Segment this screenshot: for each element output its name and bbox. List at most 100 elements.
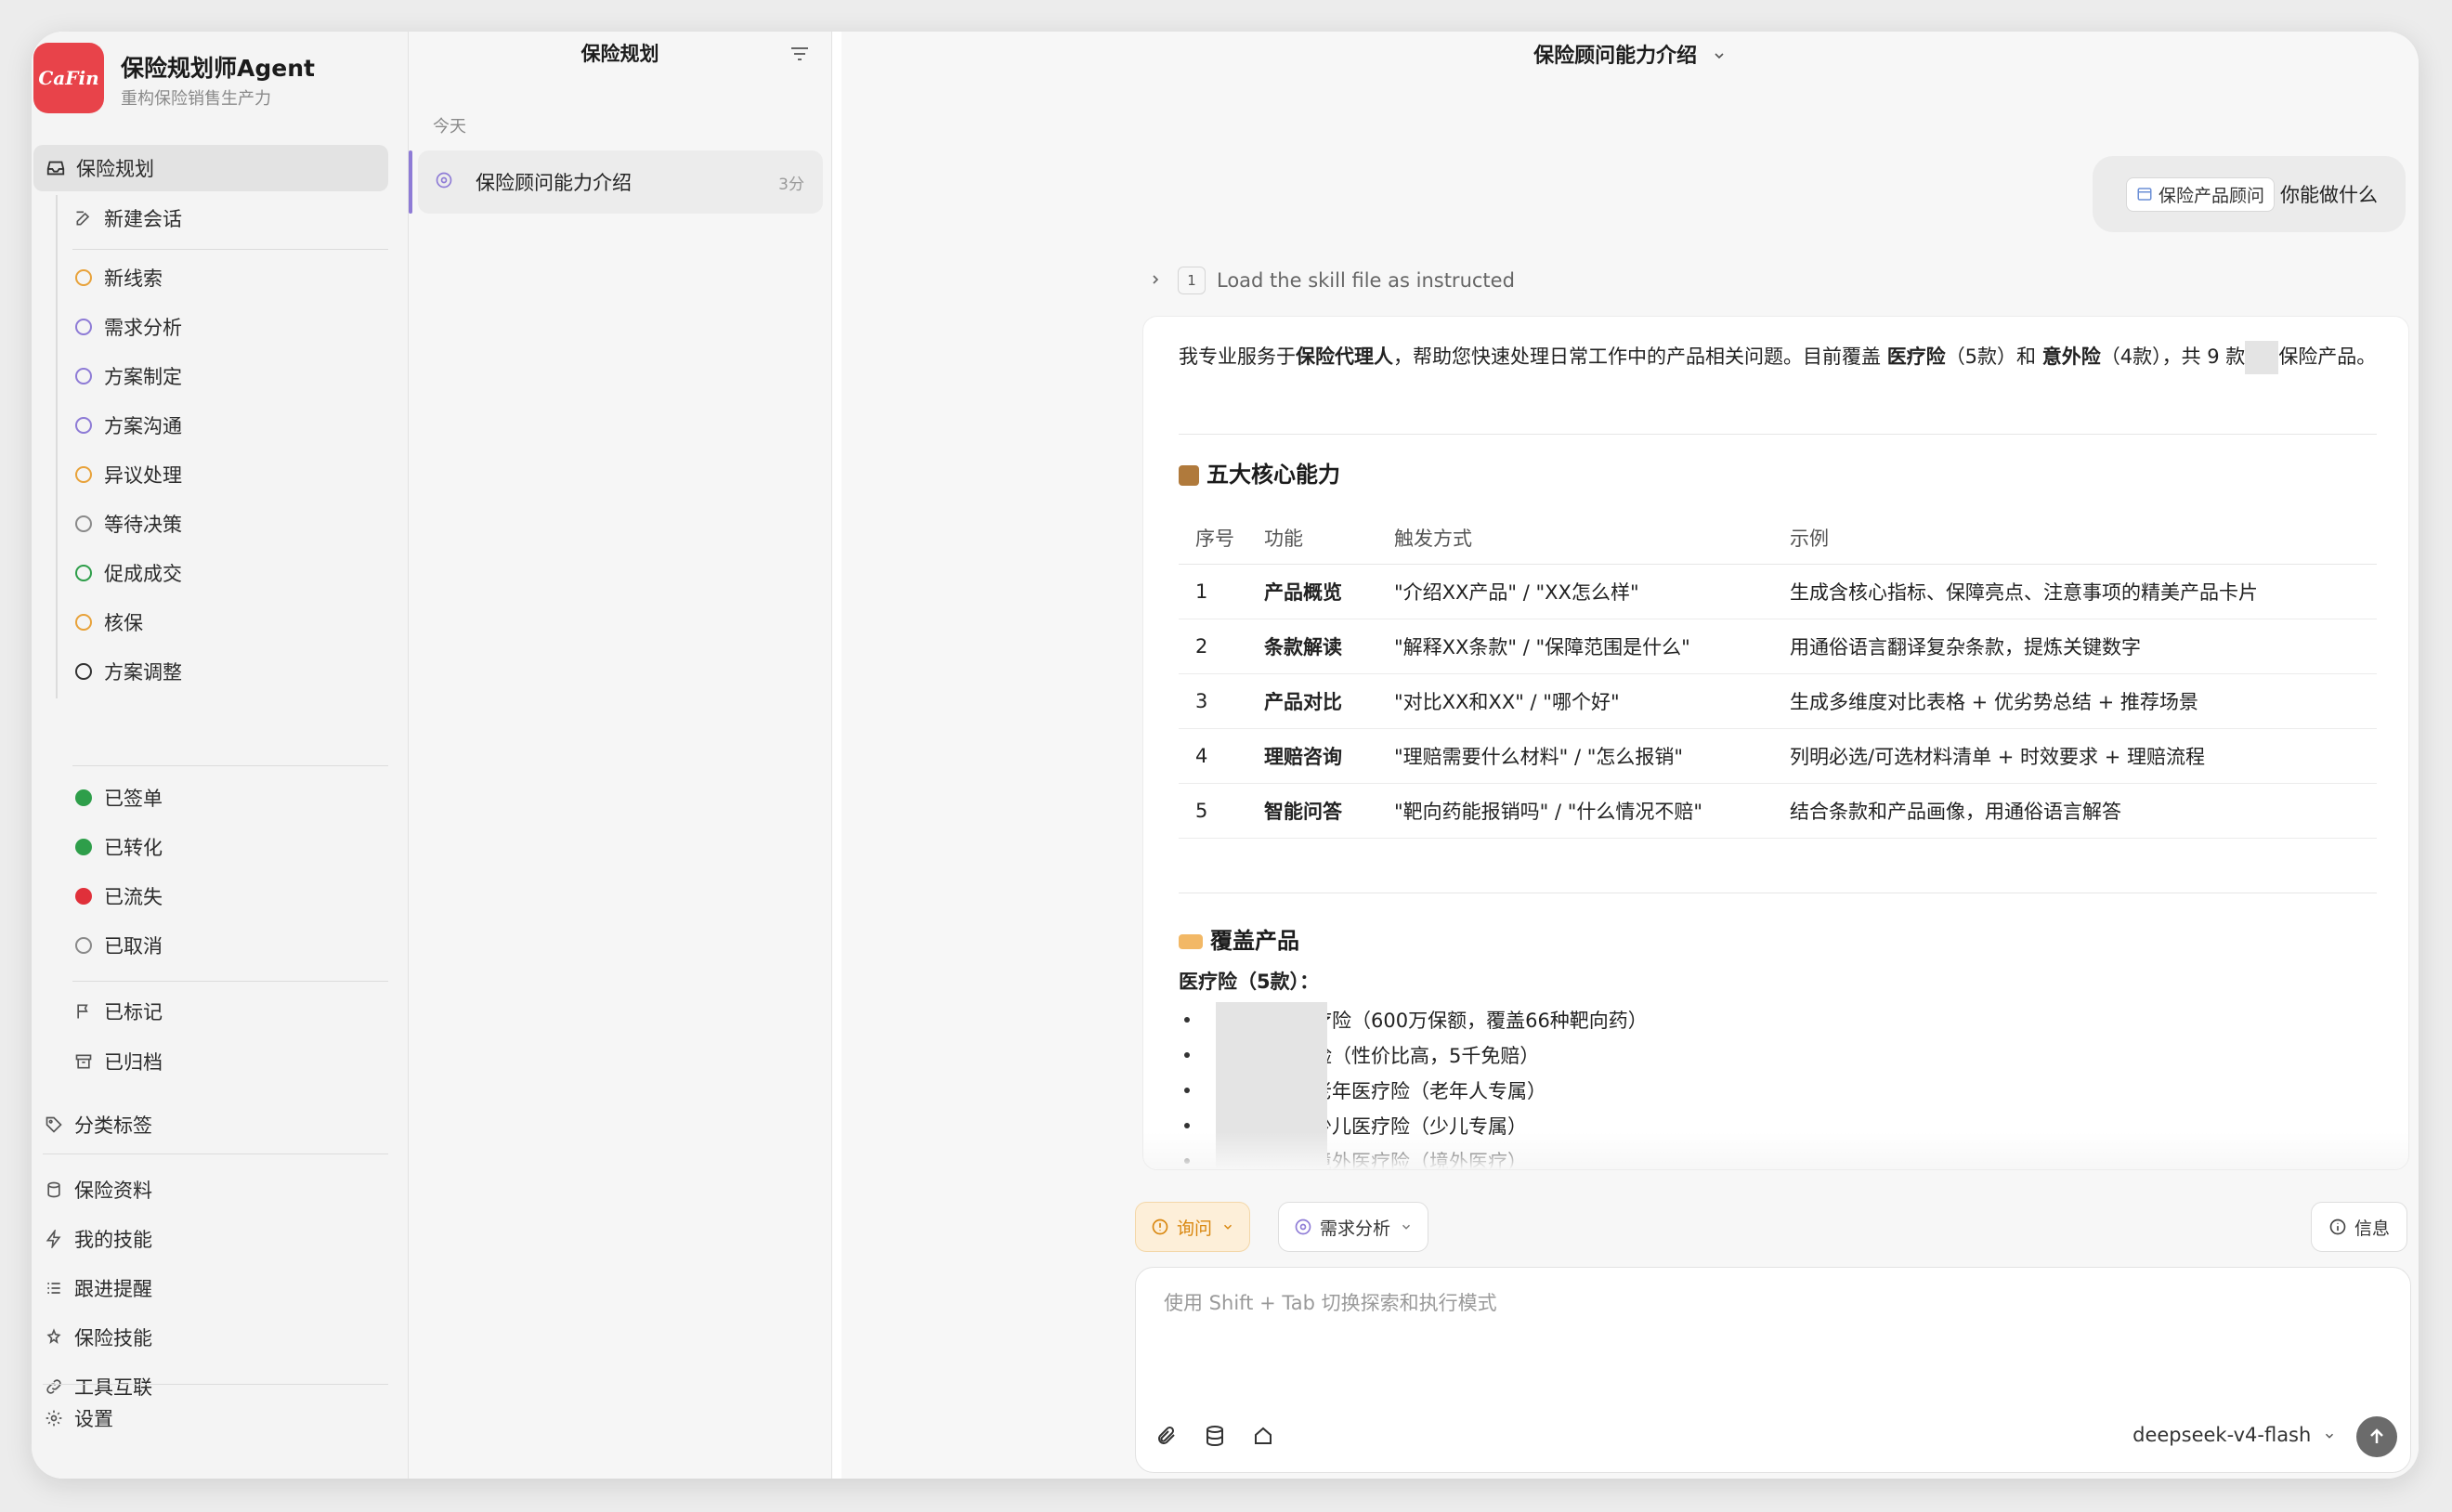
skill-chip-label: 保险产品顾问 xyxy=(2158,185,2264,206)
new-session-button[interactable]: 新建会话 xyxy=(72,195,388,241)
conversation-item[interactable]: 保险顾问能力介绍 3分 xyxy=(409,150,823,214)
sidebar-item-result[interactable]: 已取消 xyxy=(72,922,388,969)
sidebar-item-stage[interactable]: 方案调整 xyxy=(72,648,388,695)
table-cell: "对比XX和XX" / "哪个好" xyxy=(1394,673,1790,729)
divider xyxy=(72,981,388,982)
sidebar-item-label: 促成成交 xyxy=(104,563,182,585)
chevron-right-icon xyxy=(1148,269,1163,292)
chevron-down-icon xyxy=(1400,1220,1413,1233)
table-cell: 条款解读 xyxy=(1264,619,1394,674)
app-logo: CaFin xyxy=(33,43,104,113)
sidebar-item-stage[interactable]: 方案沟通 xyxy=(72,402,388,449)
sidebar-item-stage[interactable]: 核保 xyxy=(72,599,388,645)
assistant-message: 我专业服务于保险代理人，帮助您快速处理日常工作中的产品相关问题。目前覆盖 医疗险… xyxy=(1142,316,2409,1170)
status-dot-icon xyxy=(72,934,95,957)
table-cell: 用通俗语言翻译复杂条款，提炼关键数字 xyxy=(1790,619,2377,674)
sidebar-item-marked[interactable]: 已标记 xyxy=(72,988,388,1035)
sidebar-item-stage[interactable]: 促成成交 xyxy=(72,550,388,596)
sidebar-item-stage[interactable]: 方案制定 xyxy=(72,353,388,399)
skill-step[interactable]: 1 Load the skill file as instructed xyxy=(1148,267,1515,294)
info-button[interactable]: 信息 xyxy=(2310,1202,2407,1252)
sidebar-item-settings[interactable]: 设置 xyxy=(43,1395,388,1441)
sidebar-item-stage[interactable]: 新线索 xyxy=(72,254,388,301)
sidebar: CaFin 保险规划师Agent 重构保险销售生产力 保险规划 新建会话 新线索… xyxy=(32,32,409,1479)
model-selector[interactable]: deepseek-v4-flash xyxy=(2132,1424,2336,1447)
sidebar-item-stage[interactable]: 需求分析 xyxy=(72,304,388,350)
sidebar-item-tool[interactable]: 跟进提醒 xyxy=(43,1265,388,1311)
skill-step-number: 1 xyxy=(1178,267,1206,294)
conversation-list-title: 保险规划 xyxy=(580,43,659,65)
stage-select-button[interactable]: 需求分析 xyxy=(1278,1202,1429,1252)
gear-icon xyxy=(43,1407,65,1429)
user-message: 保险产品顾问 你能做什么 xyxy=(2092,156,2406,232)
brand: CaFin 保险规划师Agent 重构保险销售生产力 xyxy=(32,37,409,115)
table-header: 触发方式 xyxy=(1394,512,1790,565)
skill-step-text: Load the skill file as instructed xyxy=(1217,269,1515,292)
divider xyxy=(72,249,388,250)
sidebar-item-tool[interactable]: 我的技能 xyxy=(43,1216,388,1262)
database-icon[interactable] xyxy=(1201,1422,1229,1450)
sidebar-item-label: 方案调整 xyxy=(104,661,182,684)
sidebar-item-label: 等待决策 xyxy=(104,514,182,536)
conversation-time: 3分 xyxy=(778,175,804,194)
table-header: 功能 xyxy=(1264,512,1394,565)
sidebar-item-result[interactable]: 已签单 xyxy=(72,775,388,821)
window-icon xyxy=(2136,186,2153,202)
edit-icon xyxy=(72,207,95,229)
sidebar-item-stage[interactable]: 等待决策 xyxy=(72,501,388,547)
table-cell: 理赔咨询 xyxy=(1264,728,1394,784)
lightning-icon xyxy=(43,1228,65,1250)
stage-select-label: 需求分析 xyxy=(1320,1218,1391,1239)
bullet-icon xyxy=(1184,1052,1190,1058)
sidebar-item-label: 需求分析 xyxy=(104,317,182,339)
sidebar-item-label: 已取消 xyxy=(104,935,163,958)
package-icon xyxy=(1179,465,1199,486)
sidebar-item-label: 我的技能 xyxy=(74,1229,152,1251)
sidebar-item-insurance-planning[interactable]: 保险规划 xyxy=(33,145,388,191)
section-title-products: 覆盖产品 xyxy=(1179,922,1299,955)
user-message-text: 你能做什么 xyxy=(2280,184,2378,206)
table-cell: 4 xyxy=(1179,728,1264,784)
skill-chip[interactable]: 保险产品顾问 xyxy=(2125,176,2275,212)
sidebar-item-label: 已签单 xyxy=(104,788,163,810)
info-icon xyxy=(2328,1218,2347,1236)
table-cell: "解释XX条款" / "保障范围是什么" xyxy=(1394,619,1790,674)
sidebar-item-label: 异议处理 xyxy=(104,464,182,487)
sidebar-item-result[interactable]: 已流失 xyxy=(72,873,388,919)
divider xyxy=(1179,434,2377,435)
send-button[interactable] xyxy=(2356,1416,2397,1457)
bullet-icon xyxy=(1184,1123,1190,1128)
stage-dot-icon xyxy=(72,513,95,535)
sidebar-item-label: 保险规划 xyxy=(76,158,154,180)
sidebar-item-label: 核保 xyxy=(104,612,143,634)
chat-title-dropdown[interactable]: 保险顾问能力介绍 xyxy=(841,39,2419,69)
sidebar-item-label: 已转化 xyxy=(104,837,163,859)
sidebar-item-tool[interactable]: 保险资料 xyxy=(43,1167,388,1213)
chat-panel: 保险顾问能力介绍 保险产品顾问 你能做什么 1 Load the skill f… xyxy=(832,32,2419,1479)
target-icon xyxy=(435,171,453,193)
table-cell: 智能问答 xyxy=(1264,783,1394,839)
sidebar-item-result[interactable]: 已转化 xyxy=(72,824,388,870)
paperclip-icon[interactable] xyxy=(1153,1422,1180,1450)
tag-icon xyxy=(43,1114,65,1136)
table-row: 4 理赔咨询 "理赔需要什么材料" / "怎么报销" 列明必选/可选材料清单 + 时效… xyxy=(1179,728,2377,784)
sidebar-item-stage[interactable]: 异议处理 xyxy=(72,451,388,498)
filter-icon[interactable] xyxy=(789,43,811,65)
scroll-fade xyxy=(1143,1132,2408,1169)
brand-title: 保险规划师Agent xyxy=(121,55,315,82)
stage-dot-icon xyxy=(72,267,95,289)
sidebar-item-archived[interactable]: 已归档 xyxy=(72,1038,388,1085)
mode-ask-button[interactable]: 询问 xyxy=(1135,1202,1251,1252)
table-cell: "理赔需要什么材料" / "怎么报销" xyxy=(1394,728,1790,784)
chat-title: 保险顾问能力介绍 xyxy=(1533,45,1698,68)
sidebar-item-tool[interactable]: 保险技能 xyxy=(43,1314,388,1361)
alert-circle-icon xyxy=(1151,1218,1169,1236)
new-session-label: 新建会话 xyxy=(104,208,182,230)
sidebar-item-tags[interactable]: 分类标签 xyxy=(43,1101,388,1148)
message-input[interactable] xyxy=(1164,1292,2371,1314)
chevron-down-icon xyxy=(2323,1425,2336,1447)
capabilities-table: 序号 功能 触发方式 示例 1 产品概览 "介绍XX产品" / "XX怎么样" 生成含… xyxy=(1179,512,2377,839)
status-dot-icon xyxy=(72,836,95,858)
home-icon[interactable] xyxy=(1249,1422,1277,1450)
section-title-capabilities: 五大核心能力 xyxy=(1179,456,1340,489)
